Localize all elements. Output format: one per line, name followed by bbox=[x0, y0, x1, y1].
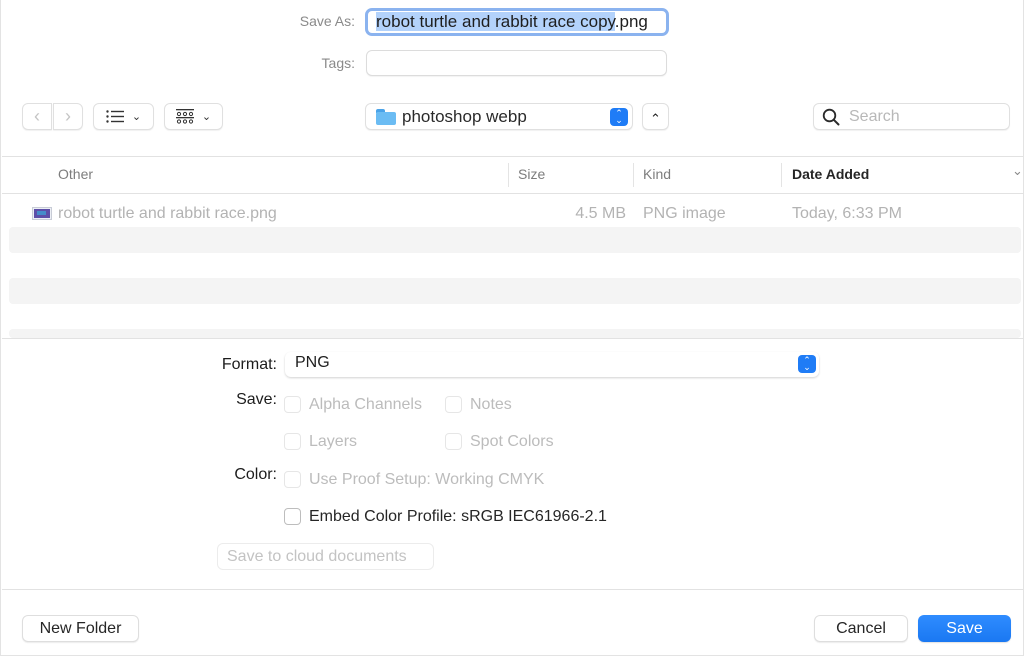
divider bbox=[2, 338, 1024, 339]
column-header-kind[interactable]: Kind bbox=[643, 166, 671, 182]
save-dialog: Save As: robot turtle and rabbit race co… bbox=[0, 0, 1024, 656]
grid-view-icon bbox=[175, 109, 194, 124]
search-icon bbox=[822, 108, 840, 125]
new-folder-button[interactable]: New Folder bbox=[22, 615, 139, 642]
gallery-view-dropdown[interactable]: ⌄ bbox=[164, 103, 223, 130]
column-header-size[interactable]: Size bbox=[518, 166, 545, 182]
embed-color-profile-checkbox[interactable] bbox=[284, 508, 301, 525]
divider bbox=[2, 193, 1024, 194]
search-placeholder: Search bbox=[849, 107, 900, 125]
tags-label: Tags: bbox=[321, 55, 355, 71]
save-to-cloud-button[interactable]: Save to cloud documents bbox=[217, 543, 434, 570]
notes-checkbox[interactable] bbox=[445, 396, 462, 413]
chevron-down-icon: ⌄ bbox=[131, 111, 142, 123]
divider bbox=[2, 156, 1024, 157]
use-proof-setup-checkbox[interactable] bbox=[284, 471, 301, 488]
location-popup[interactable]: photoshop webp ⌃ ⌄ bbox=[365, 103, 633, 130]
file-kind: PNG image bbox=[643, 205, 726, 222]
chevron-up-icon: ⌃ bbox=[650, 110, 661, 126]
save-as-label: Save As: bbox=[299, 13, 355, 29]
format-value: PNG bbox=[295, 354, 330, 371]
file-name: robot turtle and rabbit race.png bbox=[58, 205, 277, 222]
embed-color-profile-label: Embed Color Profile: sRGB IEC61966-2.1 bbox=[309, 508, 607, 525]
folder-icon bbox=[376, 108, 396, 125]
layers-checkbox[interactable] bbox=[284, 433, 301, 450]
chevron-right-icon: › bbox=[65, 106, 71, 126]
column-separator bbox=[508, 163, 509, 187]
empty-row bbox=[9, 329, 1021, 338]
popup-stepper-icon: ⌃ ⌄ bbox=[798, 355, 816, 373]
cancel-button[interactable]: Cancel bbox=[814, 615, 908, 642]
file-size: 4.5 MB bbox=[575, 205, 626, 222]
column-separator bbox=[633, 163, 634, 187]
alpha-channels-label: Alpha Channels bbox=[309, 396, 422, 413]
location-label: photoshop webp bbox=[402, 106, 527, 126]
divider bbox=[2, 589, 1024, 590]
search-input[interactable]: Search bbox=[813, 103, 1010, 130]
column-header-name[interactable]: Other bbox=[58, 166, 93, 182]
format-label: Format: bbox=[221, 356, 277, 373]
column-header-date-added[interactable]: Date Added bbox=[792, 166, 869, 182]
empty-row bbox=[9, 278, 1021, 304]
spot-colors-checkbox[interactable] bbox=[445, 433, 462, 450]
sort-chevron-down-icon[interactable]: ⌄ bbox=[1012, 163, 1023, 179]
collapse-button[interactable]: ⌃ bbox=[642, 103, 669, 130]
save-as-input[interactable]: robot turtle and rabbit race copy.png bbox=[365, 8, 669, 36]
column-separator bbox=[781, 163, 782, 187]
color-label: Color: bbox=[234, 466, 277, 483]
alpha-channels-checkbox[interactable] bbox=[284, 396, 301, 413]
save-button[interactable]: Save bbox=[918, 615, 1011, 642]
tags-input[interactable] bbox=[366, 50, 667, 76]
save-label: Save: bbox=[236, 391, 277, 408]
notes-label: Notes bbox=[470, 396, 512, 413]
popup-stepper-icon: ⌃ ⌄ bbox=[610, 108, 628, 126]
back-button[interactable]: ‹ bbox=[22, 103, 52, 130]
forward-button[interactable]: › bbox=[53, 103, 83, 130]
png-file-icon bbox=[32, 207, 52, 220]
spot-colors-label: Spot Colors bbox=[470, 433, 554, 450]
save-as-extension: .png bbox=[614, 12, 648, 31]
file-date-added: Today, 6:33 PM bbox=[792, 205, 902, 222]
list-view-icon bbox=[106, 110, 124, 123]
chevron-left-icon: ‹ bbox=[34, 106, 40, 126]
list-view-dropdown[interactable]: ⌄ bbox=[93, 103, 154, 130]
save-as-selected-text: robot turtle and rabbit race copy bbox=[376, 12, 615, 31]
format-popup[interactable]: PNG ⌃ ⌄ bbox=[285, 352, 819, 377]
chevron-down-icon: ⌄ bbox=[201, 111, 212, 123]
layers-label: Layers bbox=[309, 433, 358, 450]
use-proof-setup-label: Use Proof Setup: Working CMYK bbox=[309, 471, 545, 488]
empty-row bbox=[9, 227, 1021, 253]
